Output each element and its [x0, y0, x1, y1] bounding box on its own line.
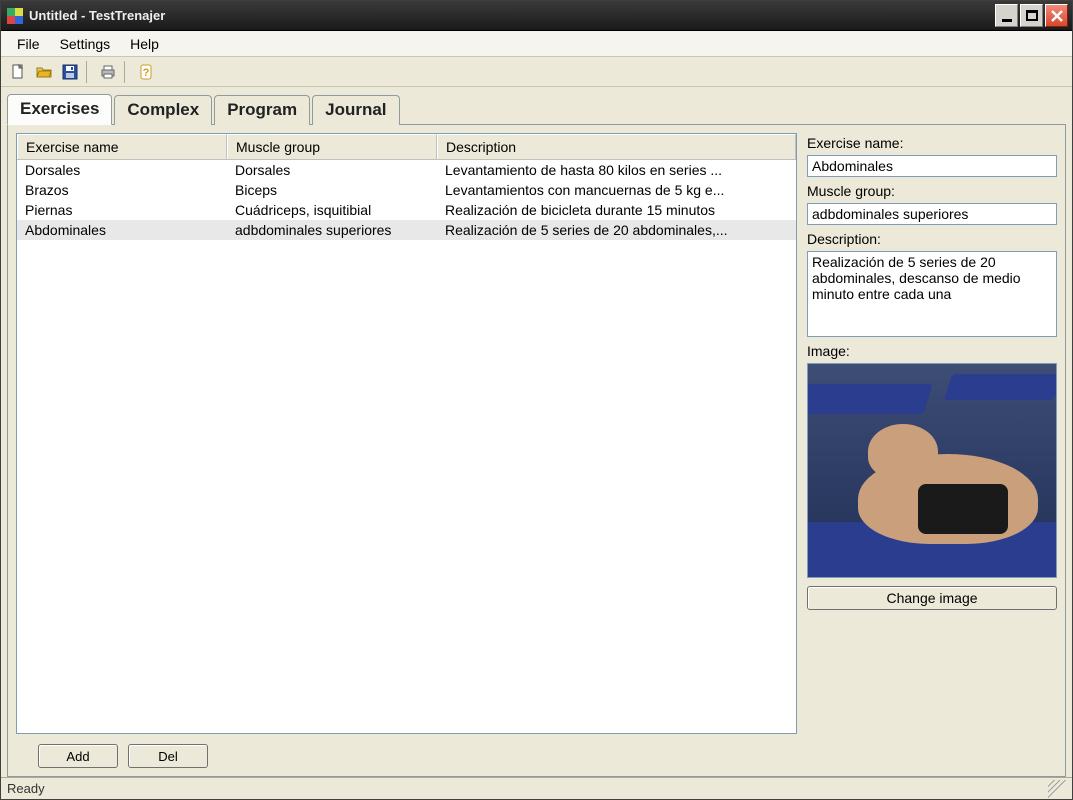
exercise-list-area: Exercise name Muscle group Description D…	[16, 133, 797, 768]
new-file-icon	[10, 64, 26, 80]
open-folder-icon	[36, 64, 52, 80]
help-icon: ?	[138, 64, 154, 80]
new-file-button[interactable]	[5, 59, 31, 85]
print-icon	[100, 64, 116, 80]
cell-name: Brazos	[17, 180, 227, 200]
cell-muscle: Biceps	[227, 180, 437, 200]
exercise-name-label: Exercise name:	[807, 135, 1057, 151]
cell-muscle: Cuádriceps, isquitibial	[227, 200, 437, 220]
tab-complex[interactable]: Complex	[114, 95, 212, 125]
change-image-button[interactable]: Change image	[807, 586, 1057, 610]
close-button[interactable]	[1045, 4, 1068, 27]
cell-muscle: Dorsales	[227, 160, 437, 180]
save-icon	[62, 64, 78, 80]
image-label: Image:	[807, 343, 1057, 359]
print-button[interactable]	[95, 59, 121, 85]
description-label: Description:	[807, 231, 1057, 247]
column-header-muscle[interactable]: Muscle group	[227, 134, 437, 159]
cell-desc: Levantamientos con mancuernas de 5 kg e.…	[437, 180, 796, 200]
description-textarea[interactable]	[807, 251, 1057, 337]
help-button[interactable]: ?	[133, 59, 159, 85]
muscle-group-input[interactable]	[807, 203, 1057, 225]
menu-help[interactable]: Help	[120, 33, 169, 55]
cell-desc: Realización de bicicleta durante 15 minu…	[437, 200, 796, 220]
cell-desc: Levantamiento de hasta 80 kilos en serie…	[437, 160, 796, 180]
resize-grip-icon[interactable]	[1048, 780, 1066, 798]
table-row[interactable]: Abdominalesadbdominales superioresRealiz…	[17, 220, 796, 240]
list-button-row: Add Del	[16, 734, 797, 768]
cell-name: Abdominales	[17, 220, 227, 240]
minimize-button[interactable]	[995, 4, 1018, 27]
exercise-image	[807, 363, 1057, 578]
open-file-button[interactable]	[31, 59, 57, 85]
menu-bar: File Settings Help	[1, 31, 1072, 57]
cell-muscle: adbdominales superiores	[227, 220, 437, 240]
cell-name: Piernas	[17, 200, 227, 220]
del-button[interactable]: Del	[128, 744, 208, 768]
status-bar: Ready	[1, 777, 1072, 799]
exercise-name-input[interactable]	[807, 155, 1057, 177]
tab-pane-exercises: Exercise name Muscle group Description D…	[7, 124, 1066, 777]
table-row[interactable]: BrazosBicepsLevantamientos con mancuerna…	[17, 180, 796, 200]
tab-strip: Exercises Complex Program Journal	[1, 87, 1072, 124]
svg-text:?: ?	[143, 67, 150, 79]
table-row[interactable]: PiernasCuádriceps, isquitibialRealizació…	[17, 200, 796, 220]
app-window: Untitled - TestTrenajer File Settings He…	[0, 0, 1073, 800]
cell-name: Dorsales	[17, 160, 227, 180]
details-panel: Exercise name: Muscle group: Description…	[807, 133, 1057, 768]
window-title: Untitled - TestTrenajer	[29, 8, 165, 23]
cell-desc: Realización de 5 series de 20 abdominale…	[437, 220, 796, 240]
status-text: Ready	[7, 781, 45, 796]
tab-program[interactable]: Program	[214, 95, 310, 125]
tab-exercises[interactable]: Exercises	[7, 94, 112, 125]
table-row[interactable]: DorsalesDorsalesLevantamiento de hasta 8…	[17, 160, 796, 180]
add-button[interactable]: Add	[38, 744, 118, 768]
listview-header: Exercise name Muscle group Description	[17, 134, 796, 160]
exercise-listview[interactable]: Exercise name Muscle group Description D…	[16, 133, 797, 734]
app-icon	[7, 8, 23, 24]
tab-journal[interactable]: Journal	[312, 95, 399, 125]
menu-file[interactable]: File	[7, 33, 50, 55]
title-bar: Untitled - TestTrenajer	[1, 1, 1072, 31]
column-header-desc[interactable]: Description	[437, 134, 796, 159]
toolbar-separator	[124, 61, 130, 83]
menu-settings[interactable]: Settings	[50, 33, 121, 55]
toolbar-separator	[86, 61, 92, 83]
maximize-button[interactable]	[1020, 4, 1043, 27]
listview-body: DorsalesDorsalesLevantamiento de hasta 8…	[17, 160, 796, 733]
column-header-name[interactable]: Exercise name	[17, 134, 227, 159]
save-button[interactable]	[57, 59, 83, 85]
muscle-group-label: Muscle group:	[807, 183, 1057, 199]
toolbar: ?	[1, 57, 1072, 87]
